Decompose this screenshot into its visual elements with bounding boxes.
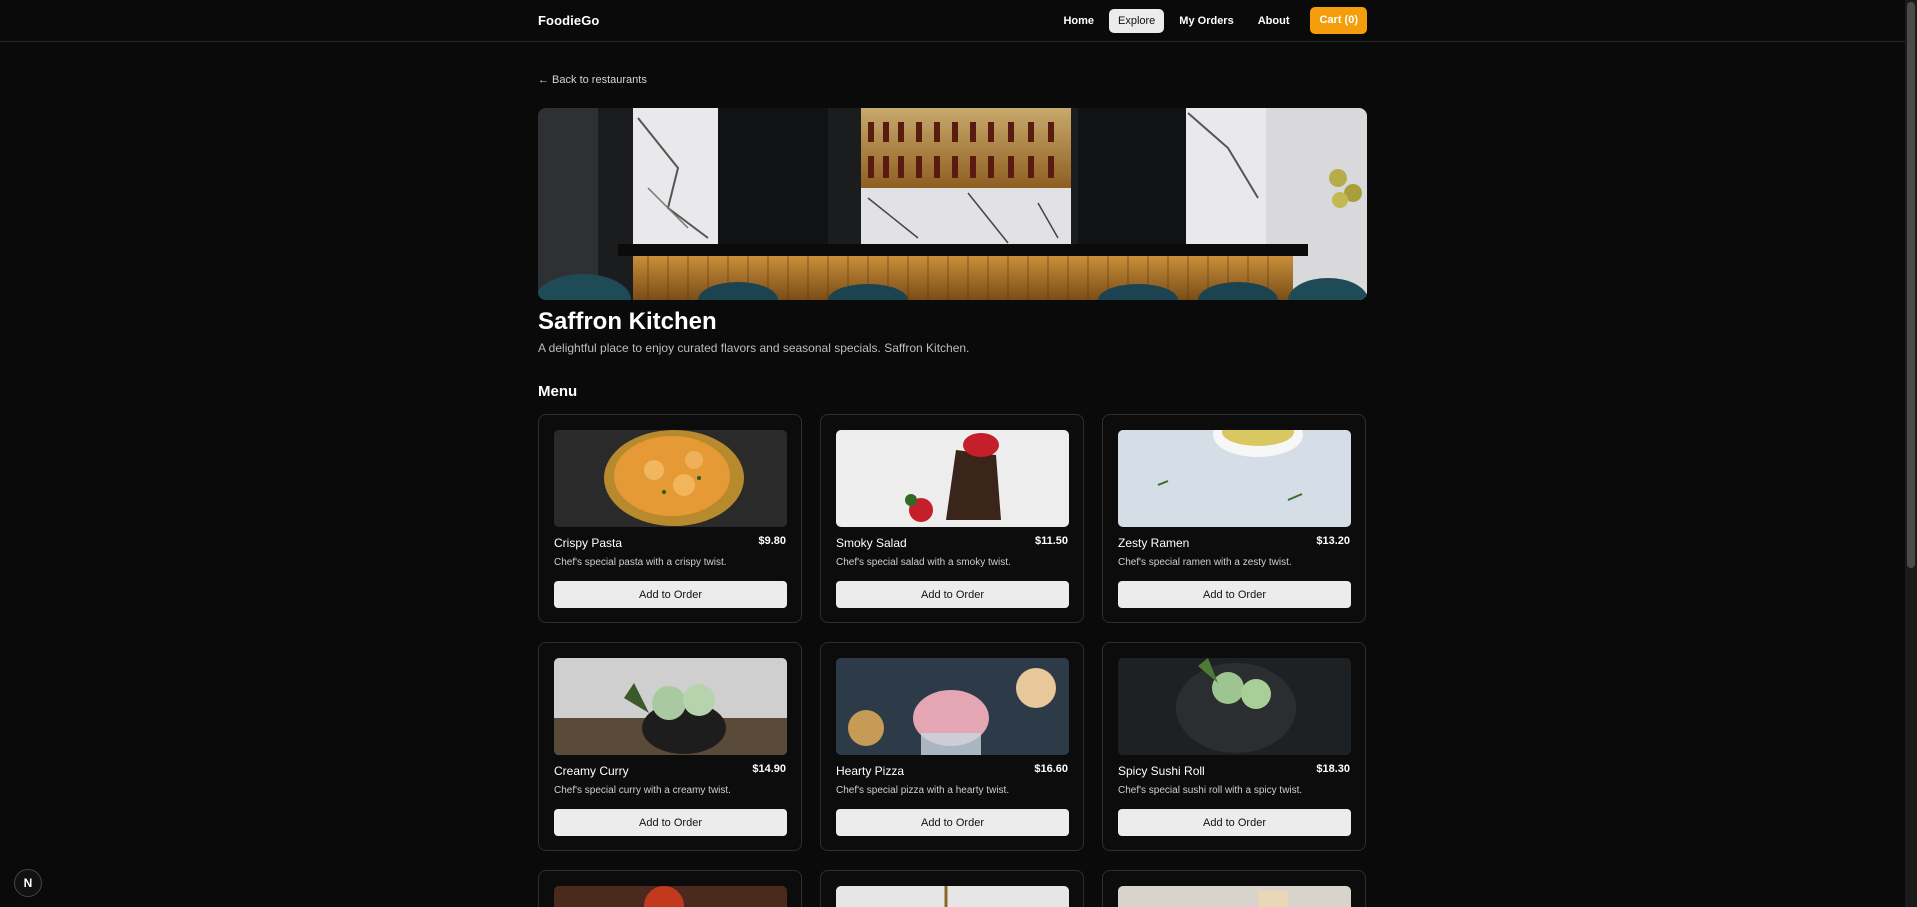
- menu-item-description: Chef's special curry with a creamy twist…: [554, 785, 731, 796]
- menu-grid: Crispy Pasta $9.80 Chef's special pasta …: [538, 414, 1367, 907]
- menu-item-photo: [836, 430, 1069, 527]
- menu-item-card: [820, 870, 1084, 907]
- menu-item-card: [538, 870, 802, 907]
- menu-item-photo: [554, 430, 787, 527]
- nav-link-my-orders[interactable]: My Orders: [1170, 9, 1242, 33]
- menu-item-description: Chef's special sushi roll with a spicy t…: [1118, 785, 1303, 796]
- menu-item-photo: [1118, 430, 1351, 527]
- nav-link-explore[interactable]: Explore: [1109, 8, 1165, 33]
- menu-item-card: Creamy Curry $14.90 Chef's special curry…: [538, 642, 802, 851]
- scrollbar[interactable]: [1905, 0, 1917, 907]
- menu-item-price: $14.90: [752, 763, 786, 775]
- menu-item-price: $18.30: [1316, 763, 1350, 775]
- menu-item-card: [1102, 870, 1366, 907]
- nav-links: Home Explore My Orders About Cart (0): [1054, 7, 1367, 34]
- add-to-order-button[interactable]: Add to Order: [836, 581, 1069, 608]
- add-to-order-button[interactable]: Add to Order: [1118, 809, 1351, 836]
- menu-item-name: Hearty Pizza: [836, 764, 905, 778]
- nav-link-about[interactable]: About: [1249, 9, 1299, 33]
- menu-item-photo: [836, 886, 1069, 907]
- brand-logo[interactable]: FoodieGo: [538, 13, 599, 28]
- top-nav: FoodieGo Home Explore My Orders About Ca…: [0, 0, 1905, 42]
- bar-interior-photo: [538, 108, 1367, 300]
- menu-item-price: $11.50: [1034, 535, 1068, 547]
- next-dev-badge-icon[interactable]: N: [14, 869, 42, 897]
- menu-item-name: Creamy Curry: [554, 764, 629, 778]
- menu-item-description: Chef's special ramen with a zesty twist.: [1118, 557, 1292, 568]
- back-to-restaurants-link[interactable]: ← Back to restaurants: [538, 74, 647, 86]
- menu-heading: Menu: [538, 383, 578, 400]
- menu-item-name: Spicy Sushi Roll: [1118, 764, 1205, 778]
- menu-item-description: Chef's special salad with a smoky twist.: [836, 557, 1011, 568]
- menu-item-name: Smoky Salad: [836, 536, 907, 550]
- scrollbar-thumb[interactable]: [1907, 2, 1915, 568]
- menu-item-card: Zesty Ramen $13.20 Chef's special ramen …: [1102, 414, 1366, 623]
- restaurant-name: Saffron Kitchen: [538, 308, 717, 335]
- menu-item-description: Chef's special pizza with a hearty twist…: [836, 785, 1010, 796]
- menu-item-photo: [1118, 886, 1351, 907]
- menu-item-photo: [554, 658, 787, 755]
- menu-item-photo: [554, 886, 787, 907]
- add-to-order-button[interactable]: Add to Order: [554, 581, 787, 608]
- page: FoodieGo Home Explore My Orders About Ca…: [0, 0, 1917, 907]
- nav-link-home[interactable]: Home: [1054, 9, 1103, 33]
- menu-item-description: Chef's special pasta with a crispy twist…: [554, 557, 727, 568]
- add-to-order-button[interactable]: Add to Order: [554, 809, 787, 836]
- menu-item-price: $9.80: [758, 535, 786, 547]
- restaurant-hero-image: [538, 108, 1367, 300]
- add-to-order-button[interactable]: Add to Order: [1118, 581, 1351, 608]
- add-to-order-button[interactable]: Add to Order: [836, 809, 1069, 836]
- menu-item-card: Smoky Salad $11.50 Chef's special salad …: [820, 414, 1084, 623]
- menu-item-name: Zesty Ramen: [1118, 536, 1190, 550]
- menu-item-card: Spicy Sushi Roll $18.30 Chef's special s…: [1102, 642, 1366, 851]
- menu-item-card: Hearty Pizza $16.60 Chef's special pizza…: [820, 642, 1084, 851]
- menu-item-photo: [836, 658, 1069, 755]
- menu-item-price: $13.20: [1316, 535, 1350, 547]
- cart-button[interactable]: Cart (0): [1310, 7, 1367, 34]
- menu-item-card: Crispy Pasta $9.80 Chef's special pasta …: [538, 414, 802, 623]
- menu-item-name: Crispy Pasta: [554, 536, 623, 550]
- nav-inner: FoodieGo Home Explore My Orders About Ca…: [538, 0, 1367, 42]
- menu-item-price: $16.60: [1034, 763, 1068, 775]
- restaurant-description: A delightful place to enjoy curated flav…: [538, 341, 970, 355]
- menu-item-photo: [1118, 658, 1351, 755]
